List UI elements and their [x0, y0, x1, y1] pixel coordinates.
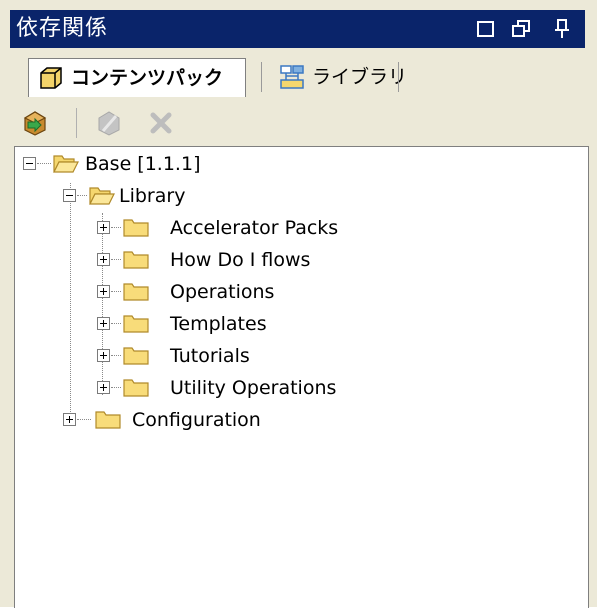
expand-toggle[interactable]	[97, 349, 110, 362]
pin-button[interactable]	[548, 15, 576, 43]
tree-connector	[111, 227, 121, 228]
tree-connector	[111, 259, 121, 260]
disabled-action-button[interactable]	[94, 108, 124, 138]
tree-node-label: Templates	[170, 313, 267, 335]
delete-button[interactable]	[146, 108, 176, 138]
folder-icon	[95, 411, 121, 429]
tab-content-packs-label: コンテンツパック	[71, 67, 224, 89]
tree-guide-line	[70, 183, 71, 426]
dependency-tree: Base [1.1.1] Library Accelerator Packs H…	[14, 146, 589, 608]
folder-icon	[123, 219, 149, 237]
toolbar	[18, 104, 318, 144]
tree-node-label: Library	[119, 185, 186, 207]
toolbar-divider	[76, 108, 77, 138]
tab-strip: コンテンツパック ライブラリ	[18, 58, 407, 97]
tree-connector	[77, 195, 87, 196]
expand-toggle[interactable]	[97, 221, 110, 234]
expand-toggle[interactable]	[97, 253, 110, 266]
library-icon	[280, 65, 304, 89]
folder-icon	[123, 251, 149, 269]
folder-icon	[123, 315, 149, 333]
tree-connector	[111, 355, 121, 356]
expand-toggle[interactable]	[97, 317, 110, 330]
tree-connector	[77, 419, 91, 420]
maximize-icon	[477, 21, 494, 37]
tab-library[interactable]: ライブラリ	[270, 58, 407, 96]
tree-node-label: Utility Operations	[170, 377, 337, 399]
tree-node-label: Accelerator Packs	[170, 217, 339, 239]
tree-guide-line	[102, 213, 103, 395]
folder-icon	[123, 379, 149, 397]
disabled-action-icon	[98, 111, 120, 136]
tab-library-label: ライブラリ	[312, 66, 408, 88]
tree-connector	[37, 163, 51, 164]
tree-node-label: Configuration	[132, 409, 261, 431]
panel-title-bar: 依存関係	[10, 10, 585, 48]
collapse-toggle[interactable]	[63, 189, 76, 202]
delete-icon	[150, 112, 172, 134]
expand-toggle[interactable]	[97, 381, 110, 394]
panel-title: 依存関係	[16, 16, 109, 41]
folder-icon	[123, 347, 149, 365]
tree-node-label: Operations	[170, 281, 275, 303]
pin-icon	[555, 19, 569, 38]
tree-node-label: Tutorials	[170, 345, 250, 367]
tree-connector	[111, 323, 121, 324]
restore-icon	[512, 20, 530, 37]
dependencies-panel: 依存関係 コンテンツパック ライブラリ Base [1.1.1] Library…	[0, 0, 597, 608]
open-folder-icon	[89, 187, 115, 205]
folder-icon	[123, 283, 149, 301]
tree-connector	[111, 387, 121, 388]
tree-node-label: Base [1.1.1]	[85, 153, 201, 175]
tab-divider	[261, 62, 262, 92]
tab-content-packs[interactable]: コンテンツパック	[28, 58, 246, 97]
collapse-toggle[interactable]	[23, 157, 36, 170]
expand-toggle[interactable]	[63, 413, 76, 426]
maximize-button[interactable]	[472, 15, 500, 43]
restore-button[interactable]	[508, 15, 536, 43]
tree-node-label: How Do I flows	[170, 249, 311, 271]
content-pack-icon	[40, 67, 62, 89]
tree-connector	[111, 291, 121, 292]
expand-toggle[interactable]	[97, 285, 110, 298]
install-button[interactable]	[20, 108, 50, 138]
open-folder-icon	[53, 155, 79, 173]
install-icon	[23, 111, 47, 136]
tab-divider	[398, 62, 399, 92]
